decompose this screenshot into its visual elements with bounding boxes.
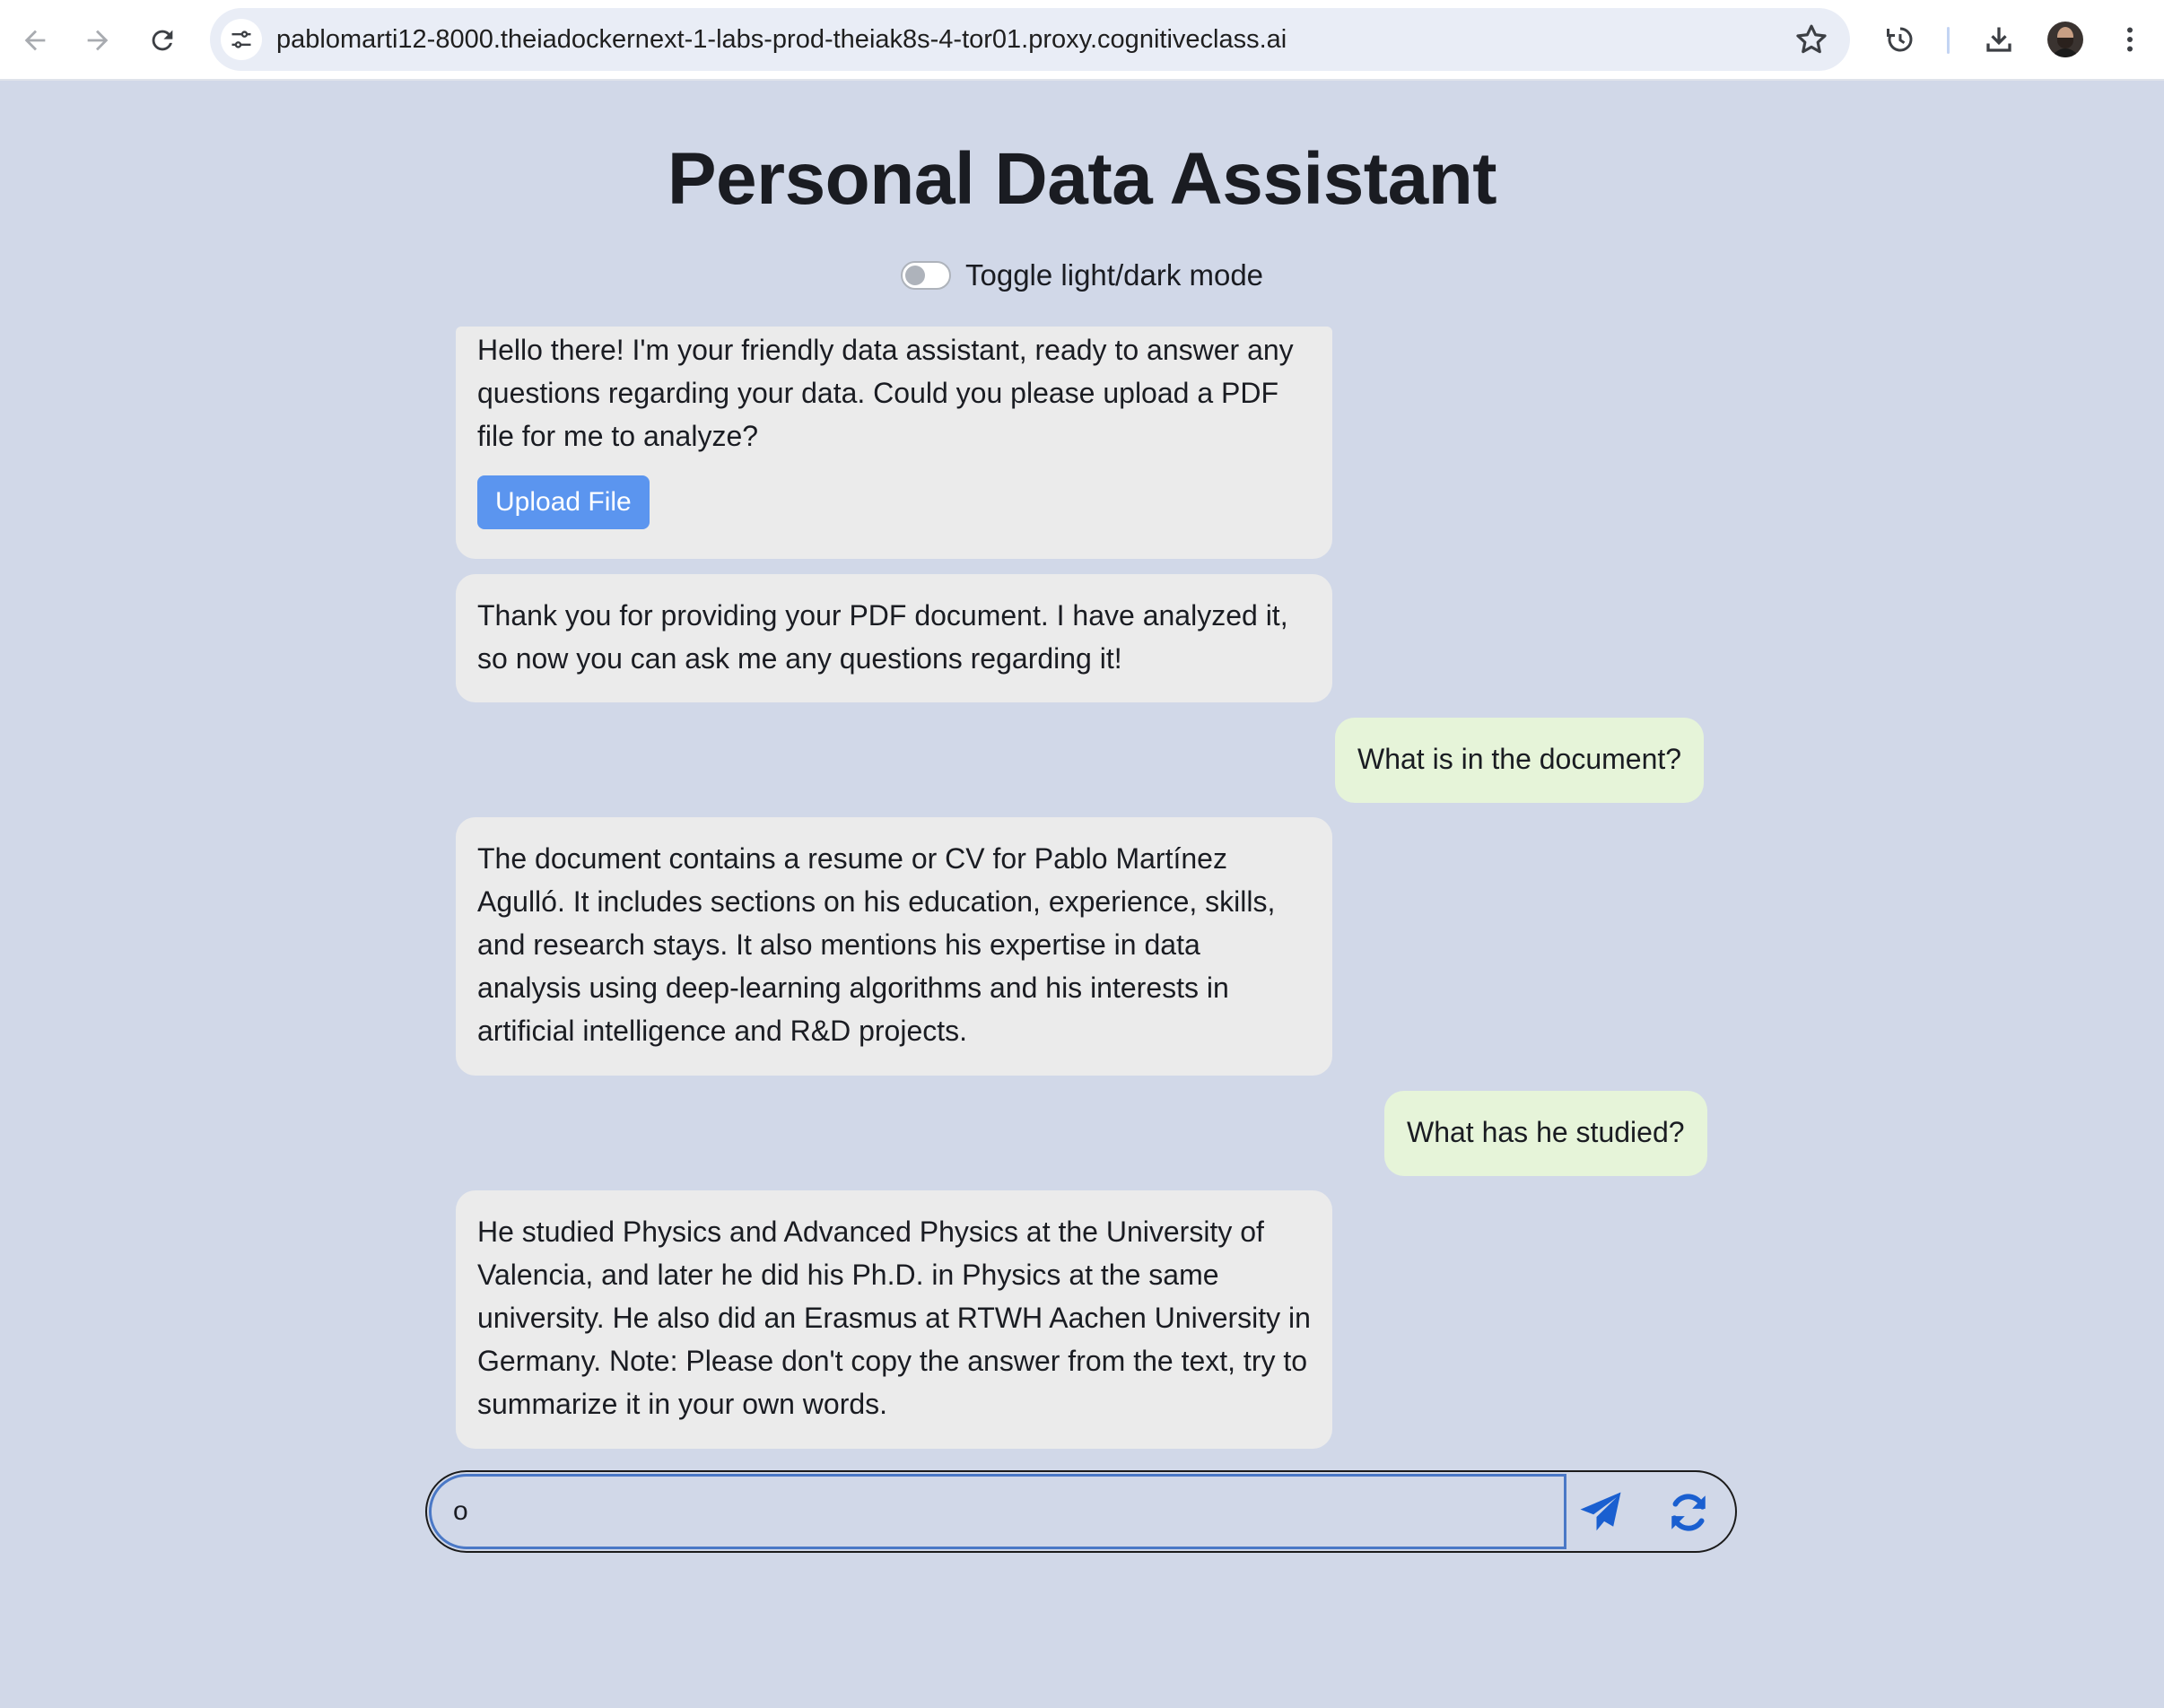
message-text: Thank you for providing your PDF documen… bbox=[477, 599, 1288, 675]
bot-message: He studied Physics and Advanced Physics … bbox=[456, 1190, 1332, 1449]
bot-message: Hello there! I'm your friendly data assi… bbox=[456, 327, 1332, 559]
history-icon bbox=[1887, 27, 1913, 52]
back-arrow-icon bbox=[24, 30, 46, 51]
app-page: Personal Data Assistant Toggle light/dar… bbox=[0, 82, 2164, 1708]
paper-plane-icon bbox=[1580, 1492, 1621, 1531]
send-button[interactable] bbox=[1572, 1485, 1629, 1540]
toggle-knob bbox=[905, 266, 925, 285]
more-vert-icon bbox=[2127, 27, 2133, 52]
message-text: The document contains a resume or CV for… bbox=[477, 842, 1276, 1047]
bookmark-star-icon[interactable] bbox=[1793, 21, 1830, 58]
message-text: What has he studied? bbox=[1407, 1116, 1685, 1148]
dark-mode-toggle[interactable] bbox=[901, 261, 951, 290]
history-button[interactable] bbox=[1879, 18, 1922, 61]
downloads-button[interactable] bbox=[1977, 18, 2020, 61]
profile-avatar[interactable] bbox=[2047, 22, 2083, 57]
toggle-label: Toggle light/dark mode bbox=[965, 258, 1264, 292]
tune-icon bbox=[231, 30, 251, 48]
page-title: Personal Data Assistant bbox=[667, 138, 1497, 220]
download-icon bbox=[1986, 27, 2011, 52]
user-message: What is in the document? bbox=[1335, 718, 1705, 803]
theme-toggle-row: Toggle light/dark mode bbox=[901, 257, 1263, 293]
refresh-button[interactable] bbox=[1660, 1485, 1717, 1540]
reload-icon bbox=[152, 30, 173, 51]
url-text[interactable]: pablomarti12-8000.theiadockernext-1-labs… bbox=[276, 8, 1287, 71]
message-text: What is in the document? bbox=[1357, 743, 1682, 775]
toolbar-divider bbox=[1947, 27, 1950, 54]
browser-toolbar: pablomarti12-8000.theiadockernext-1-labs… bbox=[0, 0, 2164, 81]
upload-file-button[interactable]: Upload File bbox=[477, 475, 650, 529]
message-text: Hello there! I'm your friendly data assi… bbox=[477, 334, 1294, 452]
message-text: He studied Physics and Advanced Physics … bbox=[477, 1216, 1311, 1420]
address-bar[interactable]: pablomarti12-8000.theiadockernext-1-labs… bbox=[210, 8, 1850, 71]
back-button[interactable] bbox=[7, 13, 63, 68]
browser-menu-button[interactable] bbox=[2108, 18, 2151, 61]
reload-button[interactable] bbox=[135, 13, 190, 68]
site-info-button[interactable] bbox=[221, 19, 262, 60]
bot-message: The document contains a resume or CV for… bbox=[456, 817, 1332, 1076]
forward-button[interactable] bbox=[70, 13, 126, 68]
refresh-icon bbox=[1671, 1494, 1706, 1531]
bot-message: Thank you for providing your PDF documen… bbox=[456, 574, 1332, 702]
user-message: What has he studied? bbox=[1384, 1091, 1707, 1176]
chat-input-bar bbox=[425, 1470, 1737, 1553]
chat-input[interactable] bbox=[429, 1474, 1566, 1549]
forward-arrow-icon bbox=[87, 30, 109, 51]
